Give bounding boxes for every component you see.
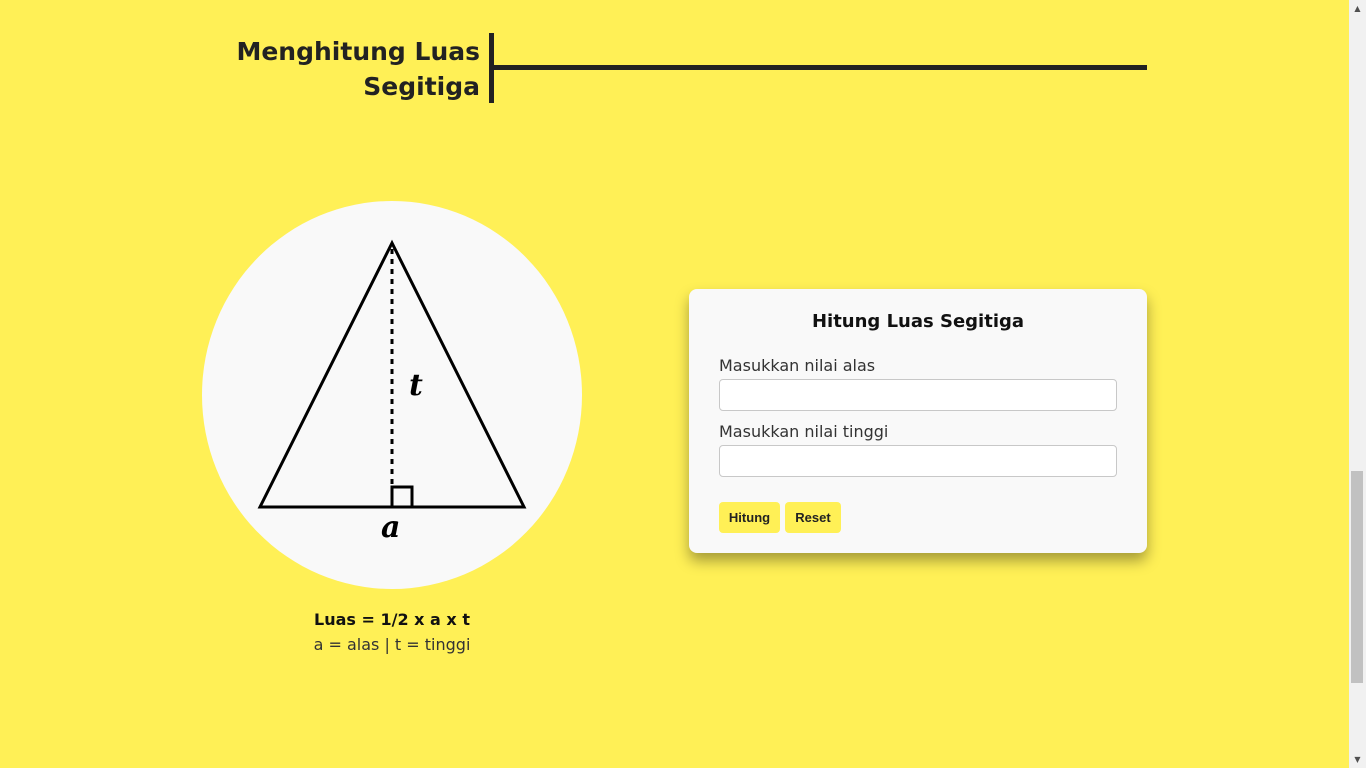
page-title-line-2: Segitiga	[363, 72, 480, 101]
right-angle-marker	[390, 485, 414, 509]
base-field-label: Masukkan nilai alas	[719, 356, 876, 375]
height-input[interactable]	[719, 445, 1117, 477]
calculator-card: Hitung Luas Segitiga Masukkan nilai alas…	[689, 289, 1147, 553]
triangle-diagram: t a	[257, 239, 527, 545]
area-formula: Luas = 1/2 x a x t	[314, 610, 470, 629]
page-title: Menghitung Luas Segitiga	[200, 34, 480, 104]
reset-button[interactable]: Reset	[785, 502, 841, 533]
scrollbar-thumb[interactable]	[1351, 471, 1363, 683]
formula-legend: a = alas | t = tinggi	[313, 635, 471, 654]
card-title: Hitung Luas Segitiga	[811, 311, 1025, 332]
base-input[interactable]	[719, 379, 1117, 411]
height-label: t	[409, 368, 423, 403]
title-horizontal-divider	[494, 65, 1147, 70]
page: Menghitung Luas Segitiga t a Luas = 1/2 …	[0, 0, 1349, 768]
height-field-label: Masukkan nilai tinggi	[719, 422, 889, 441]
vertical-scrollbar[interactable]: ▲ ▼	[1349, 0, 1366, 768]
calculate-button[interactable]: Hitung	[719, 502, 780, 533]
triangle-down-icon[interactable]: ▼	[1349, 751, 1366, 768]
page-title-line-1: Menghitung Luas	[236, 37, 480, 66]
base-label: a	[381, 510, 400, 545]
triangle-up-icon[interactable]: ▲	[1349, 0, 1366, 17]
triangle-illustration: t a	[202, 201, 582, 589]
